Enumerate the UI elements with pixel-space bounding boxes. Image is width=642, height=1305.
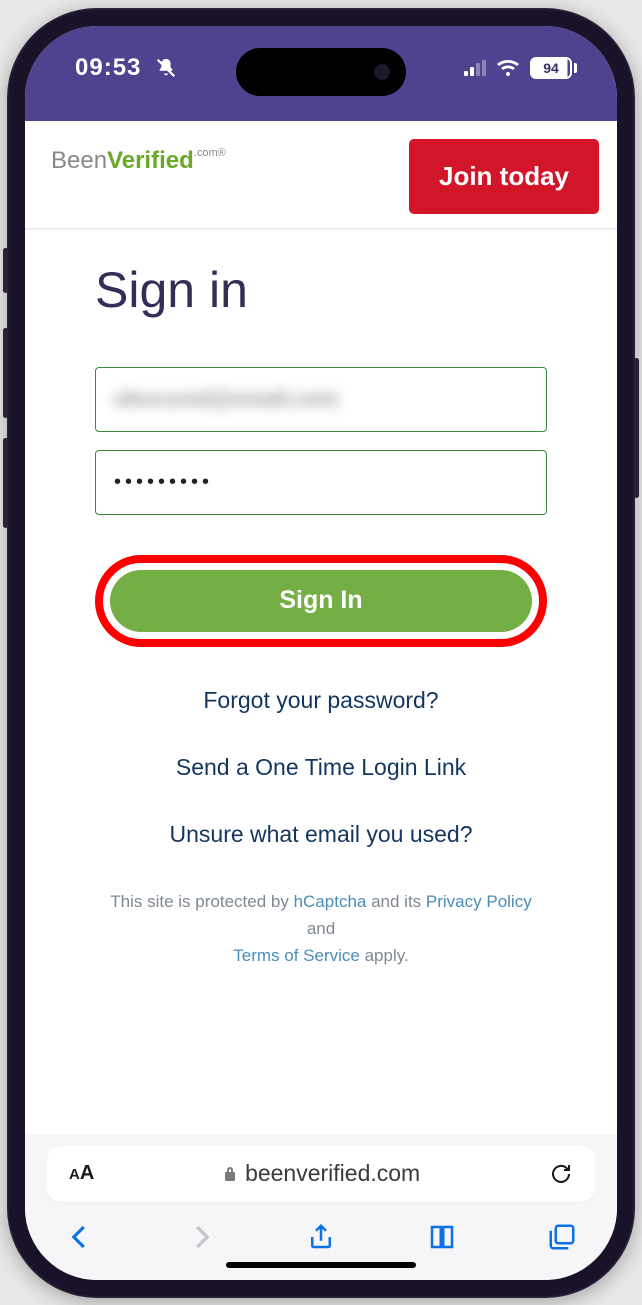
silent-mode-icon [155,57,177,79]
site-header: BeenVerified.com® Join today [25,121,617,229]
privacy-policy-link[interactable]: Privacy Policy [426,892,532,911]
page-title: Sign in [95,261,547,319]
legal-notice: This site is protected by hCaptcha and i… [95,888,547,970]
bookmarks-button[interactable] [427,1222,457,1252]
safari-address-bar: AA beenverified.com [25,1134,617,1208]
lock-icon [223,1166,237,1182]
tabs-button[interactable] [547,1222,577,1252]
password-field[interactable]: ••••••••• [95,450,547,515]
safari-toolbar [25,1208,617,1280]
onetime-login-link[interactable]: Send a One Time Login Link [95,754,547,781]
refresh-icon[interactable] [549,1162,573,1186]
signin-button-highlight: Sign In [95,555,547,647]
phone-frame: 09:53 94 BeenVerified.com® Join today [7,8,635,1298]
beenverified-logo: BeenVerified.com® [51,147,226,175]
forgot-password-link[interactable]: Forgot your password? [95,687,547,714]
back-button[interactable] [65,1222,95,1252]
terms-of-service-link[interactable]: Terms of Service [233,946,360,965]
email-field[interactable]: obscured@email.com [95,367,547,432]
wifi-icon [496,58,520,78]
signin-form: Sign in obscured@email.com ••••••••• Sig… [25,229,617,1134]
signin-button[interactable]: Sign In [110,570,532,632]
screen: 09:53 94 BeenVerified.com® Join today [25,26,617,1280]
url-text: beenverified.com [245,1160,420,1187]
hcaptcha-link[interactable]: hCaptcha [294,892,367,911]
battery-indicator: 94 [530,57,577,79]
join-today-button[interactable]: Join today [409,139,599,214]
cellular-signal-icon [464,60,486,76]
text-size-button[interactable]: AA [69,1162,94,1185]
status-time: 09:53 [75,54,141,82]
share-button[interactable] [306,1222,336,1252]
home-indicator[interactable] [226,1262,416,1268]
forward-button[interactable] [186,1222,216,1252]
dynamic-island [236,48,406,96]
url-box[interactable]: AA beenverified.com [47,1146,595,1202]
unsure-email-link[interactable]: Unsure what email you used? [95,821,547,848]
